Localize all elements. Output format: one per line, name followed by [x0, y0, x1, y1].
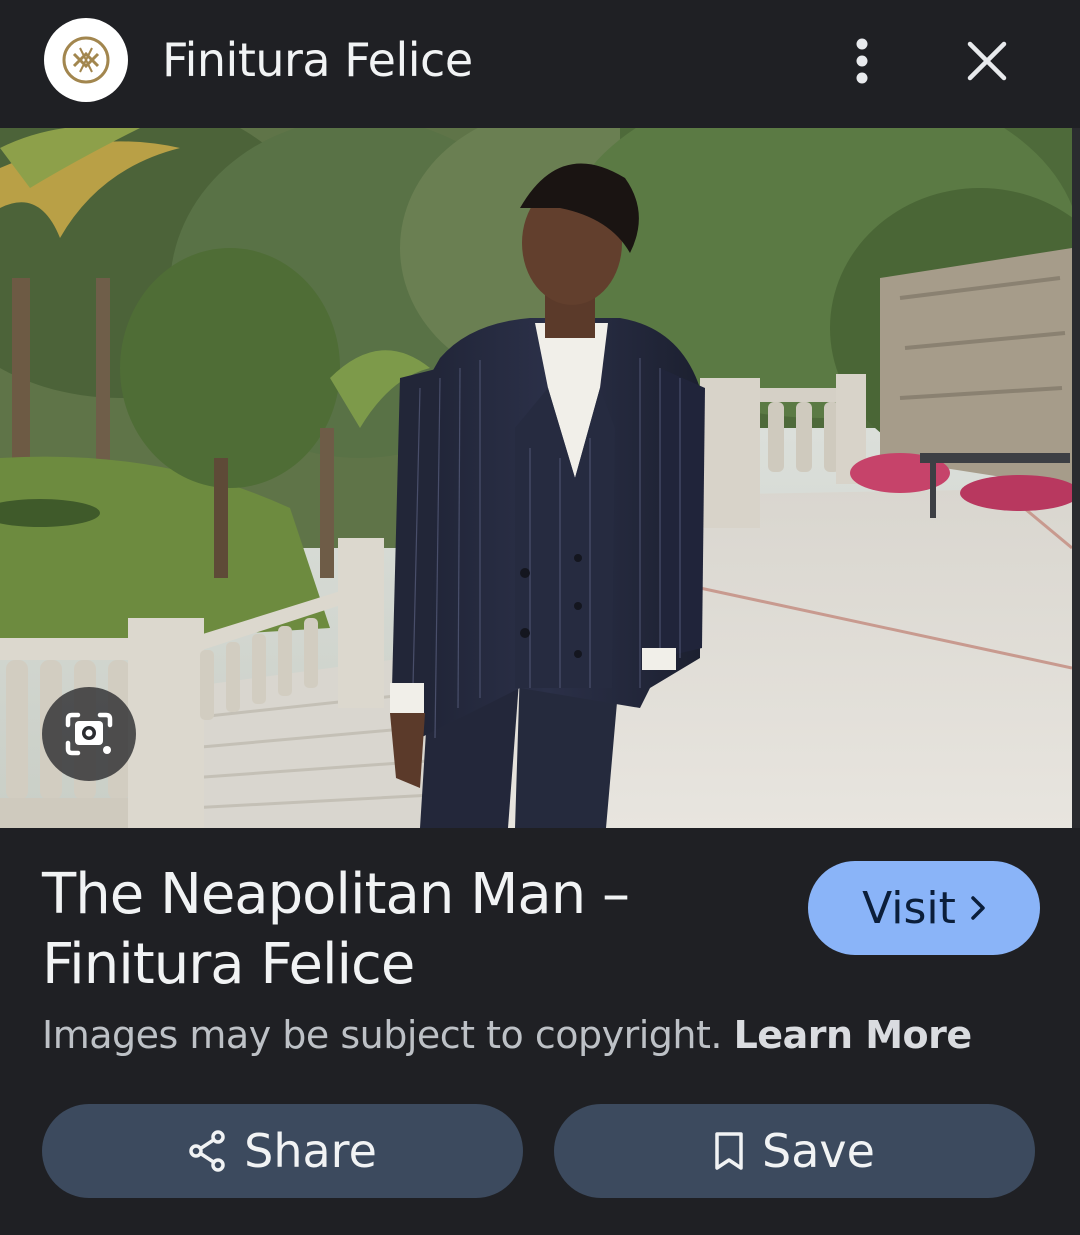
- scrollbar[interactable]: [1072, 128, 1080, 828]
- result-image[interactable]: [0, 128, 1072, 828]
- save-button[interactable]: Save: [554, 1104, 1035, 1198]
- more-vert-icon[interactable]: [840, 30, 884, 92]
- chevron-right-icon: [970, 895, 986, 921]
- result-title-line2: Finitura Felice: [42, 932, 415, 997]
- save-label: Save: [762, 1124, 875, 1178]
- share-button[interactable]: Share: [42, 1104, 523, 1198]
- visit-label: Visit: [862, 882, 956, 934]
- result-title[interactable]: The Neapolitan Man – Finitura Felice: [42, 860, 742, 1000]
- close-icon[interactable]: [956, 30, 1018, 92]
- share-label: Share: [244, 1124, 377, 1178]
- copyright-text: Images may be subject to copyright.: [42, 1013, 723, 1057]
- visit-button[interactable]: Visit: [808, 861, 1040, 955]
- learn-more-link[interactable]: Learn More: [734, 1013, 973, 1057]
- site-name[interactable]: Finitura Felice: [162, 32, 473, 88]
- google-lens-icon[interactable]: [42, 687, 136, 781]
- viewer-header: Finitura Felice: [0, 0, 1080, 128]
- copyright-notice: Images may be subject to copyright. Lear…: [42, 1010, 972, 1060]
- result-title-line1: The Neapolitan Man –: [42, 862, 630, 927]
- finitura-felice-logo-icon[interactable]: [44, 18, 128, 102]
- share-icon: [188, 1130, 226, 1172]
- bookmark-icon: [714, 1131, 744, 1171]
- image-viewer-screen: Finitura Felice The Neapolitan Man – Fin…: [0, 0, 1080, 1235]
